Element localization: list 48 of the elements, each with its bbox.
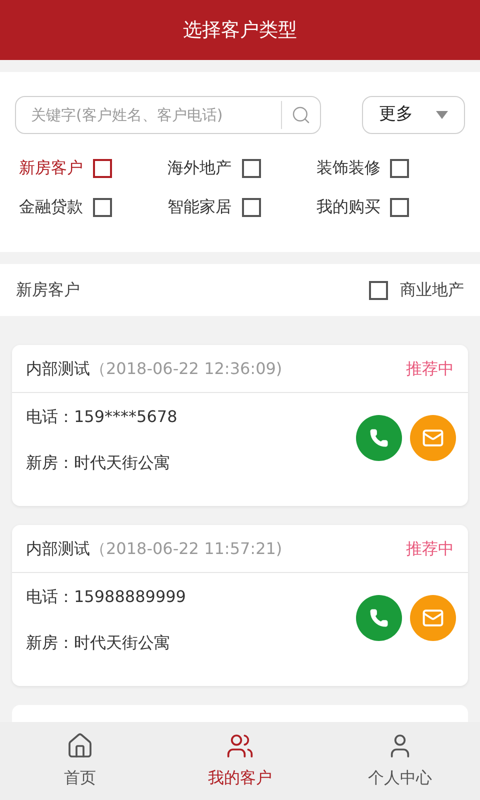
record-time: （2018-06-22 12:36:09) [90, 358, 282, 380]
property-label: 新房： [26, 452, 74, 474]
phone-icon [369, 428, 389, 448]
status-text: 推荐中 [406, 358, 454, 380]
customer-card[interactable]: 内部测试（2018-06-22 12:36:09) 推荐中 电话：159****5678 新房：时代天街公寓 [12, 345, 468, 506]
property-name: 时代天街公寓 [74, 452, 170, 474]
status-text: 推荐中 [406, 538, 454, 560]
customer-card[interactable]: 内部测试（2018-06-22 11:57:21) 推荐中 电话：15988889999 新房：时代天街公寓 [12, 525, 468, 686]
phone-number: 159****5678 [74, 406, 178, 428]
option-checkbox[interactable] [369, 280, 388, 300]
category-label[interactable]: 智能家居 [168, 195, 232, 219]
category-checkbox[interactable] [93, 158, 112, 178]
mail-icon [422, 427, 444, 449]
property-label: 新房： [26, 632, 74, 654]
house-icon [66, 732, 94, 760]
category-label[interactable]: 海外地产 [168, 156, 232, 180]
record-time: （2018-06-22 11:57:21) [90, 538, 282, 560]
option-label[interactable]: 商业地产 [400, 278, 464, 302]
customer-name: 内部测试 [26, 538, 90, 560]
category-checkbox[interactable] [390, 158, 410, 178]
call-button[interactable] [356, 415, 402, 461]
category-label[interactable]: 金融贷款 [19, 195, 83, 219]
tab-item[interactable]: 首页 [0, 722, 160, 800]
phone-icon [369, 608, 389, 628]
search-field[interactable]: 关键字(客户姓名、客户电话) [16, 97, 281, 133]
category-checkbox[interactable] [242, 198, 261, 216]
tab-item[interactable]: 我的客户 [160, 722, 320, 800]
category-checkbox[interactable] [242, 158, 261, 178]
category-checkbox[interactable] [93, 198, 112, 216]
category-checkbox[interactable] [390, 198, 410, 216]
search-bar[interactable]: 关键字(客户姓名、客户电话) [15, 96, 321, 134]
phone-label: 电话： [26, 406, 74, 428]
category-label[interactable]: 装饰装修 [316, 156, 380, 180]
call-button[interactable] [356, 595, 402, 641]
tab-item[interactable]: 个人中心 [320, 722, 480, 800]
mail-icon [422, 607, 444, 629]
category-label[interactable]: 我的购买 [316, 195, 380, 219]
property-name: 时代天街公寓 [74, 632, 170, 654]
page-title: 选择客户类型 [183, 18, 297, 43]
customer-name: 内部测试 [26, 358, 90, 380]
category-label[interactable]: 新房客户 [19, 156, 83, 180]
phone-number: 15988889999 [74, 586, 186, 608]
sub-filter-label: 新房客户 [16, 279, 80, 301]
more-dropdown[interactable]: 更多 [362, 96, 465, 134]
people-icon [226, 732, 254, 760]
caret-icon [436, 111, 448, 119]
phone-label: 电话： [26, 586, 74, 608]
search-icon[interactable] [291, 105, 311, 125]
